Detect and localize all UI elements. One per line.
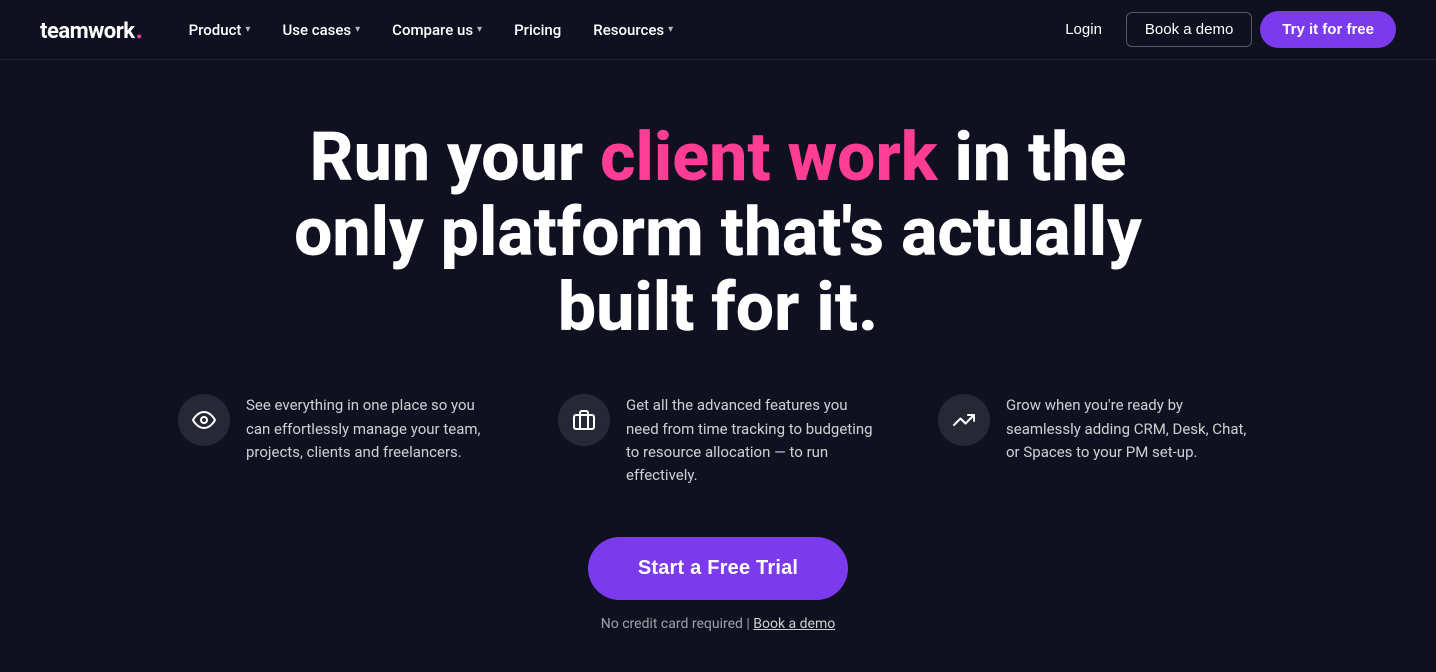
nav-item-pricing[interactable]: Pricing bbox=[500, 13, 575, 47]
cta-section: Start a Free Trial No credit card requir… bbox=[588, 537, 848, 632]
login-button[interactable]: Login bbox=[1049, 13, 1118, 46]
start-trial-button[interactable]: Start a Free Trial bbox=[588, 537, 848, 600]
hero-highlight: client work bbox=[600, 117, 937, 197]
logo-text: teamwork. bbox=[40, 15, 143, 45]
feature-item-1: Get all the advanced features you need f… bbox=[558, 394, 878, 487]
book-demo-button[interactable]: Book a demo bbox=[1126, 12, 1252, 47]
try-free-button[interactable]: Try it for free bbox=[1260, 11, 1396, 48]
nav-right: Login Book a demo Try it for free bbox=[1049, 11, 1396, 48]
chevron-down-icon: ▾ bbox=[668, 24, 673, 35]
nav-item-use-cases[interactable]: Use cases ▾ bbox=[268, 13, 374, 47]
briefcase-icon bbox=[558, 394, 610, 446]
cta-subtext: No credit card required | Book a demo bbox=[601, 616, 835, 632]
hero-section: Run your client work in the only platfor… bbox=[0, 60, 1436, 672]
chevron-down-icon: ▾ bbox=[355, 24, 360, 35]
chevron-down-icon: ▾ bbox=[245, 24, 250, 35]
hero-title: Run your client work in the only platfor… bbox=[238, 120, 1198, 344]
navbar: teamwork. Product ▾ Use cases ▾ Compare … bbox=[0, 0, 1436, 60]
chevron-down-icon: ▾ bbox=[477, 24, 482, 35]
nav-item-product[interactable]: Product ▾ bbox=[175, 13, 265, 47]
nav-item-resources[interactable]: Resources ▾ bbox=[579, 13, 687, 47]
features-row: See everything in one place so you can e… bbox=[158, 394, 1278, 487]
logo[interactable]: teamwork. bbox=[40, 15, 143, 45]
logo-dot: . bbox=[136, 15, 143, 45]
logo-wordmark: teamwork bbox=[40, 19, 135, 44]
feature-item-2: Grow when you're ready by seamlessly add… bbox=[938, 394, 1258, 487]
growth-icon bbox=[938, 394, 990, 446]
eye-icon bbox=[178, 394, 230, 446]
nav-links: Product ▾ Use cases ▾ Compare us ▾ Prici… bbox=[175, 13, 1050, 47]
feature-item-0: See everything in one place so you can e… bbox=[178, 394, 498, 487]
book-demo-link[interactable]: Book a demo bbox=[753, 616, 835, 632]
nav-item-compare-us[interactable]: Compare us ▾ bbox=[378, 13, 496, 47]
